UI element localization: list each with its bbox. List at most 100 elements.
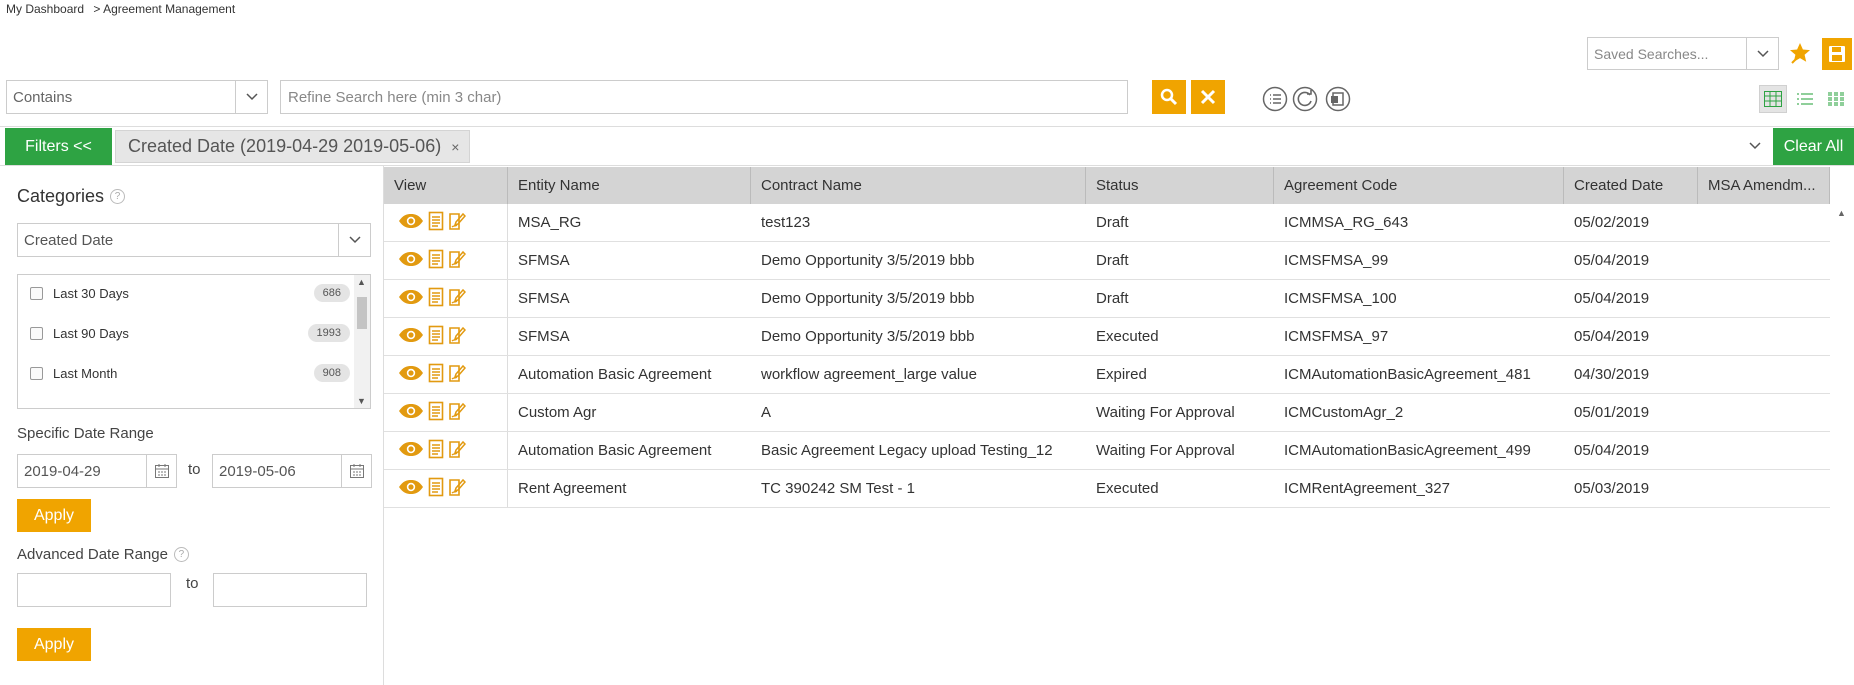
chevron-down-icon[interactable]	[338, 224, 370, 256]
category-options-list[interactable]: Last 30 Days 686 Last 90 Days 1993 Last …	[17, 274, 371, 409]
eye-icon[interactable]	[398, 403, 424, 423]
scroll-down-icon[interactable]: ▼	[357, 396, 366, 406]
eye-icon[interactable]	[398, 441, 424, 461]
count-badge: 686	[313, 284, 350, 302]
search-icon	[1160, 88, 1178, 106]
operator-select[interactable]: Contains	[6, 80, 268, 114]
cell-status: Draft	[1096, 214, 1129, 231]
checkbox[interactable]	[30, 286, 43, 300]
category-option[interactable]: Last 90 Days 1993	[30, 322, 350, 344]
advanced-from-field[interactable]	[17, 573, 171, 607]
calendar-icon[interactable]	[341, 455, 371, 487]
advanced-to-field[interactable]	[213, 573, 367, 607]
row-actions	[384, 318, 508, 355]
cell-status: Draft	[1096, 290, 1129, 307]
col-header-status[interactable]: Status	[1086, 167, 1274, 204]
document-icon[interactable]	[428, 249, 444, 273]
search-input[interactable]	[280, 80, 1128, 114]
calendar-icon[interactable]	[146, 455, 176, 487]
to-label: to	[188, 461, 201, 478]
amendment-icon[interactable]	[448, 211, 467, 235]
category-option[interactable]: Last 30 Days 686	[30, 282, 350, 304]
amendment-icon[interactable]	[448, 477, 467, 501]
document-icon[interactable]	[428, 477, 444, 501]
eye-icon[interactable]	[398, 327, 424, 347]
apply-advanced-range-button[interactable]: Apply	[17, 628, 91, 661]
amendment-icon[interactable]	[448, 439, 467, 463]
chevron-down-icon[interactable]	[1744, 135, 1766, 157]
table-row[interactable]: MSA_RG test123 Draft ICMMSA_RG_643 05/02/201…	[384, 204, 1830, 242]
col-header-view[interactable]: View	[384, 167, 508, 204]
eye-icon[interactable]	[398, 365, 424, 385]
list-scrollbar[interactable]: ▲ ▼	[354, 275, 370, 408]
help-icon[interactable]: ?	[173, 547, 189, 562]
help-icon[interactable]: ?	[110, 189, 126, 204]
col-header-agreement-code[interactable]: Agreement Code	[1274, 167, 1564, 204]
table-row[interactable]: SFMSA Demo Opportunity 3/5/2019 bbb Draft I…	[384, 280, 1830, 318]
category-option[interactable]: Last Month 908	[30, 362, 350, 384]
document-icon[interactable]	[428, 439, 444, 463]
close-icon[interactable]: ×	[451, 139, 459, 155]
chevron-down-icon[interactable]	[1746, 38, 1778, 69]
col-header-msa-amendment[interactable]: MSA Amendm...	[1698, 167, 1830, 204]
amendment-icon[interactable]	[448, 287, 467, 311]
filter-panel: Categories ? Created Date Last 30 Days 6…	[0, 166, 384, 685]
scroll-up-icon[interactable]: ▲	[357, 277, 366, 287]
chevron-down-icon[interactable]	[235, 81, 267, 113]
col-header-created-date[interactable]: Created Date	[1564, 167, 1698, 204]
eye-icon[interactable]	[398, 213, 424, 233]
document-icon[interactable]	[428, 363, 444, 387]
table-row[interactable]: Automation Basic Agreement Basic Agreemen…	[384, 432, 1830, 470]
eye-icon[interactable]	[398, 289, 424, 309]
apply-specific-range-button[interactable]: Apply	[17, 499, 91, 532]
amendment-icon[interactable]	[448, 325, 467, 349]
tile-view-icon[interactable]	[1822, 85, 1850, 113]
table-row[interactable]: Automation Basic Agreement workflow agree…	[384, 356, 1830, 394]
document-icon[interactable]	[428, 401, 444, 425]
amendment-icon[interactable]	[448, 363, 467, 387]
search-button[interactable]	[1152, 80, 1186, 114]
export-icon[interactable]	[1325, 86, 1351, 112]
clear-search-button[interactable]	[1191, 80, 1225, 114]
document-icon[interactable]	[428, 287, 444, 311]
cell-agreement-code: ICMCustomAgr_2	[1284, 404, 1404, 421]
checkbox[interactable]	[30, 326, 43, 340]
cell-msa-amendment	[1698, 356, 1830, 393]
checkbox[interactable]	[30, 366, 43, 380]
eye-icon[interactable]	[398, 251, 424, 271]
star-icon[interactable]	[1787, 40, 1813, 66]
saved-searches-select[interactable]: Saved Searches...	[1587, 37, 1779, 70]
cell-entity-name: MSA_RG	[518, 214, 582, 231]
table-row[interactable]: Custom Agr A Waiting For Approval ICMCustom…	[384, 394, 1830, 432]
cell-created-date: 05/01/2019	[1574, 404, 1650, 421]
row-actions	[384, 280, 508, 317]
breadcrumb-home[interactable]: My Dashboard	[6, 2, 84, 16]
list-view-icon[interactable]	[1791, 85, 1819, 113]
refresh-icon[interactable]	[1292, 86, 1318, 112]
document-icon[interactable]	[428, 211, 444, 235]
table-row[interactable]: Rent Agreement TC 390242 SM Test - 1 Execu…	[384, 470, 1830, 508]
filters-toggle-button[interactable]: Filters <<	[5, 128, 112, 165]
grid-scrollbar[interactable]: ▲	[1830, 204, 1854, 685]
col-header-contract-name[interactable]: Contract Name	[751, 167, 1086, 204]
category-select[interactable]: Created Date	[17, 223, 371, 257]
scroll-thumb[interactable]	[357, 297, 367, 329]
col-header-entity-name[interactable]: Entity Name	[508, 167, 751, 204]
scroll-up-icon[interactable]: ▲	[1837, 208, 1846, 218]
cell-entity-name: SFMSA	[518, 328, 570, 345]
cell-created-date: 05/04/2019	[1574, 442, 1650, 459]
eye-icon[interactable]	[398, 479, 424, 499]
amendment-icon[interactable]	[448, 249, 467, 273]
table-row[interactable]: SFMSA Demo Opportunity 3/5/2019 bbb Draft I…	[384, 242, 1830, 280]
list-icon[interactable]	[1262, 86, 1288, 112]
from-date-field[interactable]: 2019-04-29	[17, 454, 177, 488]
to-date-field[interactable]: 2019-05-06	[212, 454, 372, 488]
amendment-icon[interactable]	[448, 401, 467, 425]
save-icon[interactable]	[1822, 38, 1852, 70]
table-row[interactable]: SFMSA Demo Opportunity 3/5/2019 bbb Execut…	[384, 318, 1830, 356]
cell-contract-name: workflow agreement_large value	[761, 366, 977, 383]
clear-all-button[interactable]: Clear All	[1773, 128, 1854, 165]
document-icon[interactable]	[428, 325, 444, 349]
grid-view-icon[interactable]	[1759, 85, 1787, 113]
cell-contract-name: test123	[761, 214, 811, 231]
